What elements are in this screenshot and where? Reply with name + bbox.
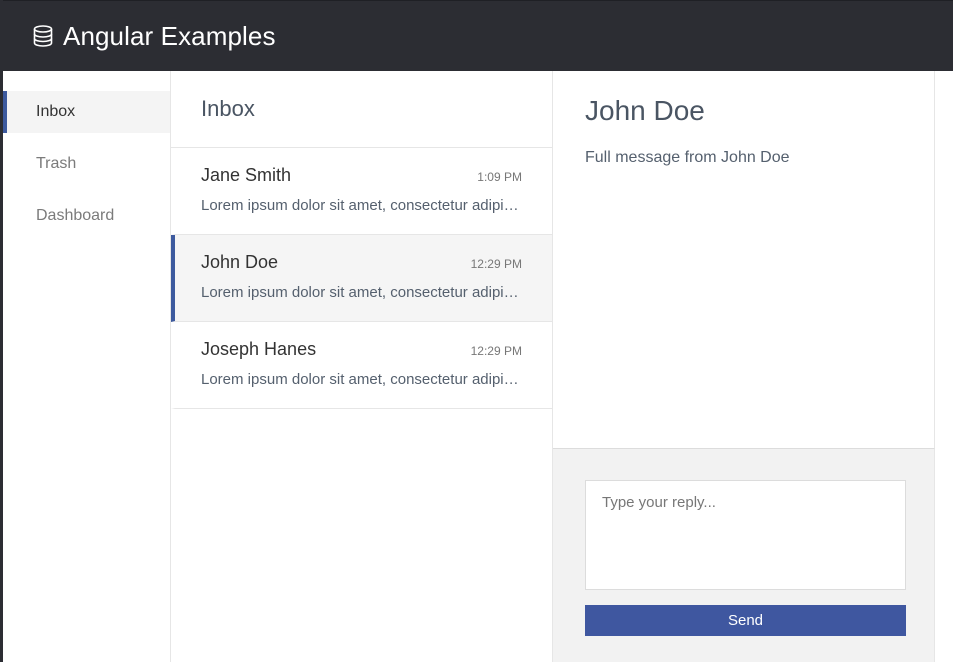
message-time: 1:09 PM	[477, 170, 522, 184]
message-sender: Joseph Hanes	[201, 339, 317, 359]
right-gutter	[935, 71, 953, 662]
message-detail-title: John Doe	[585, 95, 705, 126]
message-sender: Jane Smith	[201, 165, 292, 185]
app-title: Angular Examples	[63, 20, 276, 51]
message-preview: Lorem ipsum dolor sit amet, consectetur …	[201, 371, 521, 388]
send-button[interactable]: Send	[585, 605, 906, 636]
message-time: 12:29 PM	[470, 257, 522, 271]
reply-input[interactable]	[585, 480, 906, 590]
message-list-title: Inbox	[201, 96, 255, 121]
reply-panel: Send	[553, 448, 935, 662]
sidebar-item-inbox[interactable]: Inbox	[3, 91, 170, 133]
message-list-item[interactable]: Jane Smith 1:09 PM Lorem ipsum dolor sit…	[171, 148, 552, 235]
message-list-header: Inbox	[171, 71, 552, 148]
message-time: 12:29 PM	[470, 344, 522, 358]
message-preview: Lorem ipsum dolor sit amet, consectetur …	[201, 197, 521, 214]
message-preview: Lorem ipsum dolor sit amet, consectetur …	[201, 284, 521, 301]
sidebar-item-dashboard[interactable]: Dashboard	[3, 195, 170, 237]
app-window: Angular Examples Inbox Trash Dashboard I…	[0, 0, 953, 662]
sidebar-nav: Inbox Trash Dashboard	[3, 71, 171, 662]
message-sender: John Doe	[201, 252, 279, 272]
sidebar-item-trash[interactable]: Trash	[3, 143, 170, 185]
message-list-item[interactable]: Joseph Hanes 12:29 PM Lorem ipsum dolor …	[171, 322, 552, 409]
database-icon	[33, 25, 53, 47]
message-list-pane: Inbox Jane Smith 1:09 PM Lorem ipsum dol…	[171, 71, 553, 662]
app-header: Angular Examples	[3, 0, 953, 71]
message-detail-body: Full message from John Doe	[585, 149, 790, 166]
message-list-item-selected[interactable]: John Doe 12:29 PM Lorem ipsum dolor sit …	[171, 235, 552, 322]
message-detail-pane: John Doe Full message from John Doe	[553, 71, 935, 448]
